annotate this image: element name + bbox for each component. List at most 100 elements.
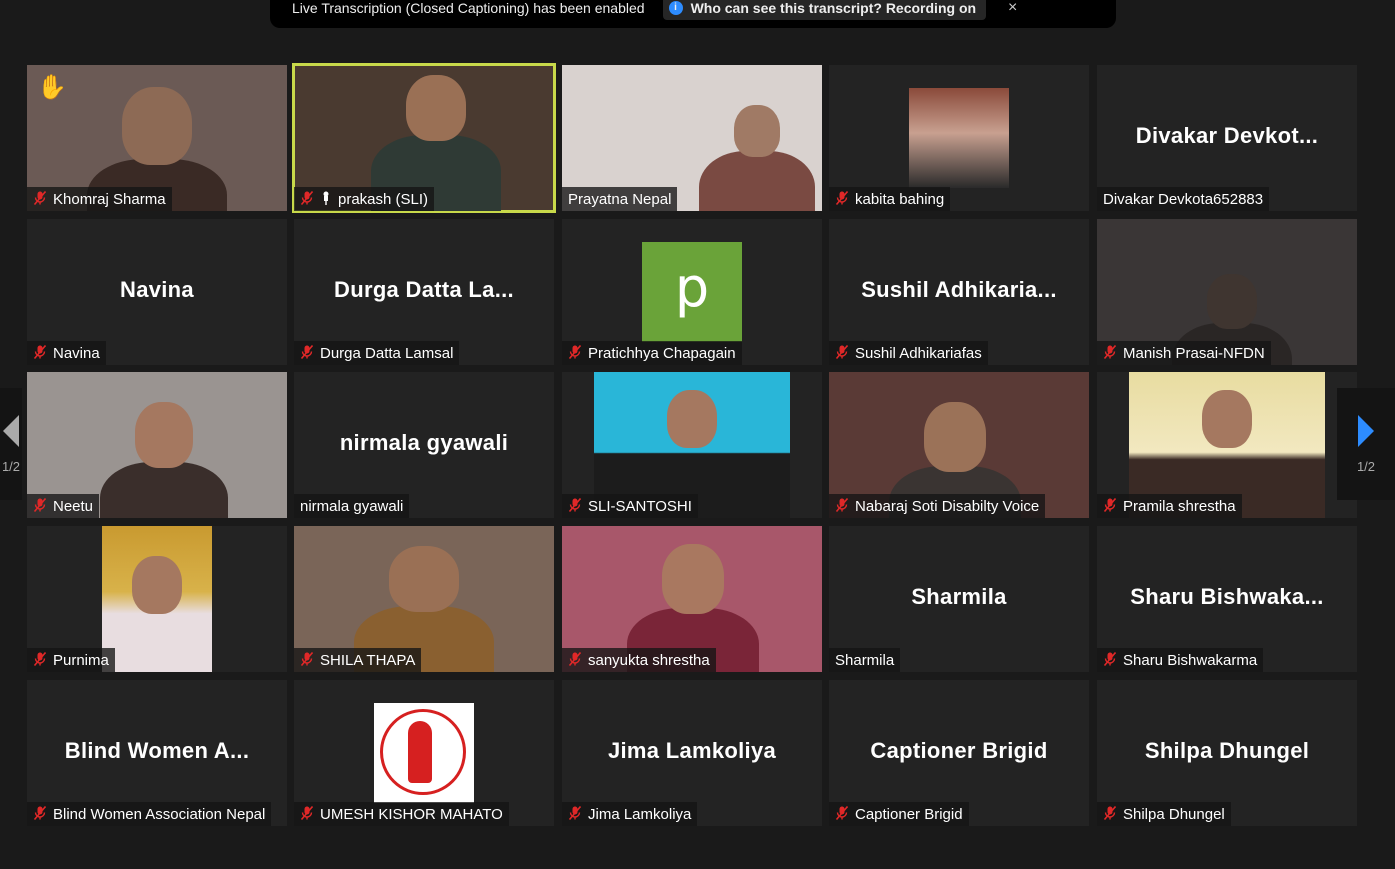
arrow-left-icon	[3, 414, 19, 447]
participant-tile[interactable]: Manish Prasai-NFDN	[1097, 219, 1357, 365]
participant-face	[122, 87, 192, 165]
info-icon: i	[668, 1, 683, 15]
participant-name-label: Pratichhya Chapagain	[562, 341, 742, 365]
participant-figure	[132, 556, 182, 614]
participant-name-label: Manish Prasai-NFDN	[1097, 341, 1271, 365]
participant-face	[662, 544, 724, 614]
participant-name: Sharmila	[835, 651, 895, 669]
participant-name-label: Divakar Devkota652883	[1097, 187, 1270, 211]
participant-name: Neetu	[53, 497, 94, 515]
previous-page-button[interactable]: 1/2	[0, 388, 22, 500]
participant-tile[interactable]: nirmala gyawali nirmala gyawali	[294, 372, 554, 518]
mic-muted-icon	[300, 344, 314, 362]
participant-name: kabita bahing	[855, 190, 945, 208]
participant-tile[interactable]: Durga Datta La... Durga Datta Lamsal	[294, 219, 554, 365]
participant-name-label: Purnima	[27, 648, 115, 672]
participant-name: Navina	[53, 344, 100, 362]
participant-figure	[699, 151, 815, 211]
participant-display-name: nirmala gyawali	[339, 430, 509, 455]
participant-name-label: Neetu	[27, 494, 100, 518]
participant-name-label: Khomraj Sharma	[27, 187, 172, 211]
video-feed	[909, 88, 1009, 188]
participant-tile[interactable]: Neetu	[27, 372, 287, 518]
participant-face	[406, 75, 466, 141]
participant-name: Nabaraj Soti Disabilty Voice	[855, 497, 1040, 515]
participant-display-name: Navina	[120, 277, 194, 302]
participant-tile[interactable]: Sharu Bishwaka... Sharu Bishwakarma	[1097, 526, 1357, 672]
participant-tile[interactable]: Shilpa Dhungel Shilpa Dhungel	[1097, 680, 1357, 826]
next-page-button[interactable]: 1/2	[1337, 388, 1395, 500]
participant-tile[interactable]: Divakar Devkot... Divakar Devkota652883	[1097, 65, 1357, 211]
participant-face	[734, 105, 780, 157]
participant-tile[interactable]: SHILA THAPA	[294, 526, 554, 672]
mic-muted-icon	[300, 651, 314, 669]
mic-muted-icon	[1103, 497, 1117, 515]
participant-figure	[100, 462, 228, 518]
logo-figure	[408, 721, 432, 783]
mic-muted-icon	[835, 344, 849, 362]
participant-display-name: Jima Lamkoliya	[607, 738, 777, 763]
mic-muted-icon	[300, 805, 314, 823]
mic-muted-icon	[835, 497, 849, 515]
participant-tile[interactable]: Pramila shrestha	[1097, 372, 1357, 518]
participant-name: Prayatna Nepal	[568, 190, 672, 208]
participant-tile[interactable]: Captioner Brigid Captioner Brigid	[829, 680, 1089, 826]
participant-tile[interactable]: Sharmila Sharmila	[829, 526, 1089, 672]
participant-tile[interactable]: Prayatna Nepal	[562, 65, 822, 211]
participant-name: Pratichhya Chapagain	[588, 344, 736, 362]
participant-tile[interactable]: sanyukta shrestha	[562, 526, 822, 672]
mic-muted-icon	[568, 805, 582, 823]
participant-tile[interactable]: Nabaraj Soti Disabilty Voice	[829, 372, 1089, 518]
participant-tile[interactable]: p Pratichhya Chapagain	[562, 219, 822, 365]
participant-name-label: nirmala gyawali	[294, 494, 410, 518]
organization-logo	[374, 703, 474, 803]
mic-muted-icon	[835, 190, 849, 208]
participant-tile[interactable]: Navina Navina	[27, 219, 287, 365]
participant-display-name: Sushil Adhikaria...	[861, 277, 1057, 302]
participant-tile[interactable]: prakash (SLI)	[292, 63, 556, 213]
participant-display-name: Sharu Bishwaka...	[1130, 584, 1324, 609]
mic-muted-icon	[568, 344, 582, 362]
mic-muted-icon	[33, 190, 47, 208]
participant-tile[interactable]: Sushil Adhikaria... Sushil Adhikariafas	[829, 219, 1089, 365]
arrow-right-icon	[1358, 414, 1374, 447]
close-icon[interactable]: ×	[1008, 0, 1017, 17]
participant-name-label: Sharmila	[829, 648, 901, 672]
avatar: p	[642, 242, 742, 342]
participant-name: sanyukta shrestha	[588, 651, 710, 669]
pin-icon	[320, 191, 332, 208]
participant-tile[interactable]: kabita bahing	[829, 65, 1089, 211]
participant-name: Captioner Brigid	[855, 805, 963, 823]
participant-name: Jima Lamkoliya	[588, 805, 692, 823]
participant-tile[interactable]: ✋ Khomraj Sharma	[27, 65, 287, 211]
mic-muted-icon	[568, 651, 582, 669]
participant-name: SHILA THAPA	[320, 651, 416, 669]
participant-tile[interactable]: Blind Women A... Blind Women Association …	[27, 680, 287, 826]
participant-face	[1207, 274, 1257, 329]
participant-tile[interactable]: SLI-SANTOSHI	[562, 372, 822, 518]
participant-name-label: UMESH KISHOR MAHATO	[294, 802, 509, 826]
participant-face	[135, 402, 193, 468]
participant-tile[interactable]: Purnima	[27, 526, 287, 672]
participant-name: UMESH KISHOR MAHATO	[320, 805, 503, 823]
participant-name-label: Prayatna Nepal	[562, 187, 678, 211]
participant-tile[interactable]: UMESH KISHOR MAHATO	[294, 680, 554, 826]
participant-tile[interactable]: Jima Lamkoliya Jima Lamkoliya	[562, 680, 822, 826]
participant-name: SLI-SANTOSHI	[588, 497, 692, 515]
mic-muted-icon	[1103, 651, 1117, 669]
participant-name-label: Captioner Brigid	[829, 802, 969, 826]
participant-name: Sharu Bishwakarma	[1123, 651, 1258, 669]
page-indicator-right: 1/2	[1356, 458, 1376, 474]
participant-name: nirmala gyawali	[300, 497, 404, 515]
participant-name: Durga Datta Lamsal	[320, 344, 454, 362]
participant-name: Pramila shrestha	[1123, 497, 1236, 515]
transcript-info-label: Who can see this transcript? Recording o…	[690, 0, 977, 16]
participant-name-label: Nabaraj Soti Disabilty Voice	[829, 494, 1046, 518]
mic-muted-icon	[33, 651, 47, 669]
participant-display-name: Captioner Brigid	[870, 738, 1048, 763]
transcript-info-button[interactable]: i Who can see this transcript? Recording…	[662, 0, 987, 20]
mic-muted-icon	[835, 805, 849, 823]
mic-muted-icon	[33, 497, 47, 515]
participant-name-label: Sharu Bishwakarma	[1097, 648, 1264, 672]
participant-name-label: Blind Women Association Nepal	[27, 802, 272, 826]
